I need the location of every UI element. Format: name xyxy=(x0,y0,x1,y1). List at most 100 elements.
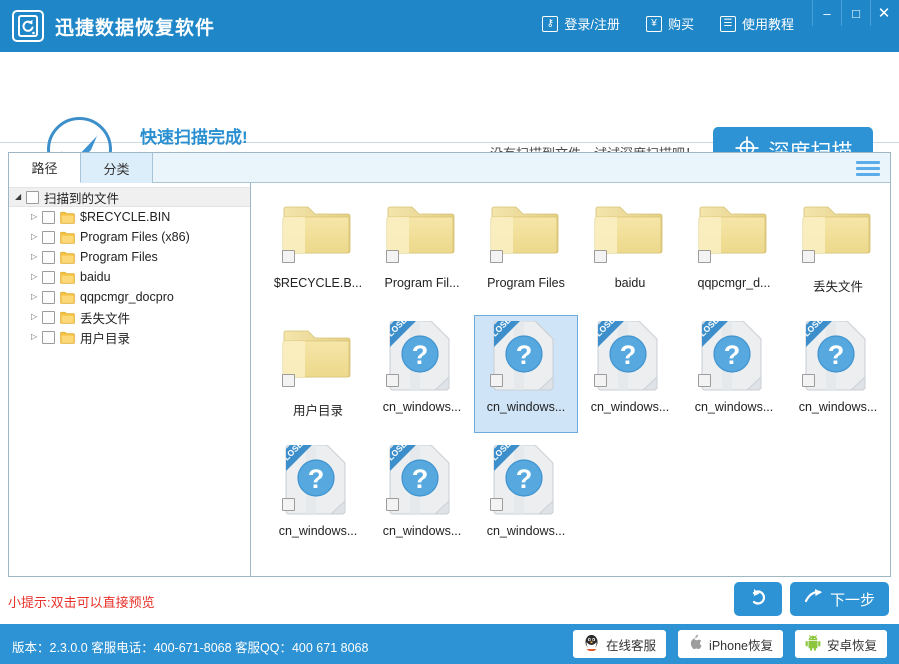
file-item-checkbox[interactable] xyxy=(282,250,295,263)
expand-triangle-icon[interactable]: ▷ xyxy=(31,293,42,301)
back-button[interactable] xyxy=(734,582,782,616)
next-button[interactable]: 下一步 xyxy=(790,582,889,616)
file-item-checkbox[interactable] xyxy=(802,374,815,387)
online-support-label: 在线客服 xyxy=(606,635,656,654)
expand-triangle-icon[interactable]: ◢ xyxy=(15,193,26,201)
next-button-label: 下一步 xyxy=(830,589,875,610)
file-grid-folder-item[interactable]: qqpcmgr_d... xyxy=(682,191,786,309)
file-item-checkbox[interactable] xyxy=(282,498,295,511)
file-grid-file-item[interactable]: LOSE?cn_windows... xyxy=(370,439,474,557)
file-item-checkbox[interactable] xyxy=(490,498,503,511)
file-grid-file-item[interactable]: LOSE?cn_windows... xyxy=(474,315,578,433)
android-recovery-label: 安卓恢复 xyxy=(827,635,877,654)
forward-arrow-icon xyxy=(804,588,824,610)
file-grid-file-item[interactable]: LOSE?cn_windows... xyxy=(370,315,474,433)
tree-item-checkbox[interactable] xyxy=(42,231,55,244)
file-item-checkbox[interactable] xyxy=(698,374,711,387)
purchase-link[interactable]: ¥ 购买 xyxy=(646,14,694,33)
folder-icon xyxy=(386,197,458,269)
file-item-checkbox[interactable] xyxy=(490,250,503,263)
folder-icon xyxy=(282,197,354,269)
file-item-checkbox[interactable] xyxy=(594,250,607,263)
tree-item[interactable]: ▷baidu xyxy=(9,267,250,287)
lost-file-icon: LOSE? xyxy=(282,445,354,517)
folder-icon xyxy=(60,231,75,244)
lost-file-icon: LOSE? xyxy=(802,321,874,393)
file-item-checkbox[interactable] xyxy=(698,250,711,263)
file-item-label: qqpcmgr_d... xyxy=(698,276,771,290)
expand-triangle-icon[interactable]: ▷ xyxy=(31,213,42,221)
file-grid-folder-item[interactable]: 用户目录 xyxy=(266,315,370,433)
expand-triangle-icon[interactable]: ▷ xyxy=(31,273,42,281)
minimize-button[interactable]: – xyxy=(812,0,841,26)
tree-item[interactable]: ▷qqpcmgr_docpro xyxy=(9,287,250,307)
tree-item[interactable]: ▷Program Files (x86) xyxy=(9,227,250,247)
folder-icon xyxy=(282,321,354,393)
android-recovery-button[interactable]: 安卓恢复 xyxy=(795,630,887,658)
iphone-recovery-button[interactable]: iPhone恢复 xyxy=(678,630,783,658)
online-support-button[interactable]: 在线客服 xyxy=(573,630,666,658)
expand-triangle-icon[interactable]: ▷ xyxy=(31,313,42,321)
maximize-button[interactable]: □ xyxy=(841,0,870,26)
file-item-checkbox[interactable] xyxy=(386,498,399,511)
file-grid-panel[interactable]: $RECYCLE.B... Program Fil... Program Files… xyxy=(252,183,890,576)
tab-category[interactable]: 分类 xyxy=(81,153,153,183)
navigation-buttons: 下一步 xyxy=(734,582,889,616)
tree-item-checkbox[interactable] xyxy=(42,271,55,284)
tab-path[interactable]: 路径 xyxy=(9,153,81,183)
expand-triangle-icon[interactable]: ▷ xyxy=(31,333,42,341)
file-item-checkbox[interactable] xyxy=(386,374,399,387)
expand-triangle-icon[interactable]: ▷ xyxy=(31,253,42,261)
folder-icon xyxy=(60,251,75,264)
folder-icon xyxy=(60,271,75,284)
file-grid-folder-item[interactable]: baidu xyxy=(578,191,682,309)
file-item-label: cn_windows... xyxy=(383,524,462,538)
tree-root-item[interactable]: ◢ 扫描到的文件 xyxy=(9,187,250,207)
file-item-checkbox[interactable] xyxy=(490,374,503,387)
file-grid-folder-item[interactable]: Program Fil... xyxy=(370,191,474,309)
file-grid-file-item[interactable]: LOSE?cn_windows... xyxy=(266,439,370,557)
file-grid-folder-item[interactable]: Program Files xyxy=(474,191,578,309)
status-buttons: 在线客服 iPhone恢复 xyxy=(573,630,887,658)
tree-root-checkbox[interactable] xyxy=(26,191,39,204)
hamburger-menu-icon[interactable] xyxy=(856,159,880,177)
tree-item[interactable]: ▷Program Files xyxy=(9,247,250,267)
tree-item[interactable]: ▷丢失文件 xyxy=(9,307,250,327)
directory-tree-panel[interactable]: ◢ 扫描到的文件 ▷$RECYCLE.BIN▷Program Files (x8… xyxy=(9,183,251,576)
file-grid-folder-item[interactable]: $RECYCLE.B... xyxy=(266,191,370,309)
login-register-label: 登录/注册 xyxy=(564,14,620,33)
file-grid-file-item[interactable]: LOSE?cn_windows... xyxy=(682,315,786,433)
tree-item[interactable]: ▷$RECYCLE.BIN xyxy=(9,207,250,227)
file-grid-file-item[interactable]: LOSE? cn_windows... xyxy=(578,315,682,433)
tree-item-checkbox[interactable] xyxy=(42,251,55,264)
yen-icon: ¥ xyxy=(646,16,662,32)
file-grid-file-item[interactable]: LOSE?cn_windows... xyxy=(474,439,578,557)
expand-triangle-icon[interactable]: ▷ xyxy=(31,233,42,241)
login-register-link[interactable]: ⚷ 登录/注册 xyxy=(542,14,620,33)
tree-item-checkbox[interactable] xyxy=(42,311,55,324)
tree-item-checkbox[interactable] xyxy=(42,331,55,344)
version-info: 版本：2.3.0.0 客服电话：400-671-8068 客服QQ：400 67… xyxy=(12,637,368,656)
menu-bar-2 xyxy=(856,167,880,170)
qq-penguin-icon xyxy=(583,634,600,655)
file-item-label: cn_windows... xyxy=(591,400,670,414)
file-item-checkbox[interactable] xyxy=(386,250,399,263)
tree-item[interactable]: ▷用户目录 xyxy=(9,327,250,347)
lost-file-icon: LOSE? xyxy=(490,445,562,517)
close-button[interactable]: ✕ xyxy=(870,0,899,26)
file-item-checkbox[interactable] xyxy=(594,374,607,387)
file-grid-folder-item[interactable]: 丢失文件 xyxy=(786,191,890,309)
file-item-label: $RECYCLE.B... xyxy=(274,276,362,290)
lost-file-icon: LOSE? xyxy=(490,321,562,393)
file-item-label: Program Fil... xyxy=(384,276,459,290)
file-item-checkbox[interactable] xyxy=(802,250,815,263)
scan-status-banner: 快速扫描完成! 共21211个文件，大小15.33GB。 没有扫描到文件，试试深… xyxy=(0,52,899,143)
lost-file-icon: LOSE? xyxy=(594,321,666,393)
tree-item-checkbox[interactable] xyxy=(42,291,55,304)
file-item-checkbox[interactable] xyxy=(282,374,295,387)
iphone-recovery-label: iPhone恢复 xyxy=(709,635,773,654)
tree-item-checkbox[interactable] xyxy=(42,211,55,224)
tutorial-link[interactable]: ☰ 使用教程 xyxy=(720,14,794,33)
svg-text:?: ? xyxy=(620,340,637,370)
file-grid-file-item[interactable]: LOSE?cn_windows... xyxy=(786,315,890,433)
